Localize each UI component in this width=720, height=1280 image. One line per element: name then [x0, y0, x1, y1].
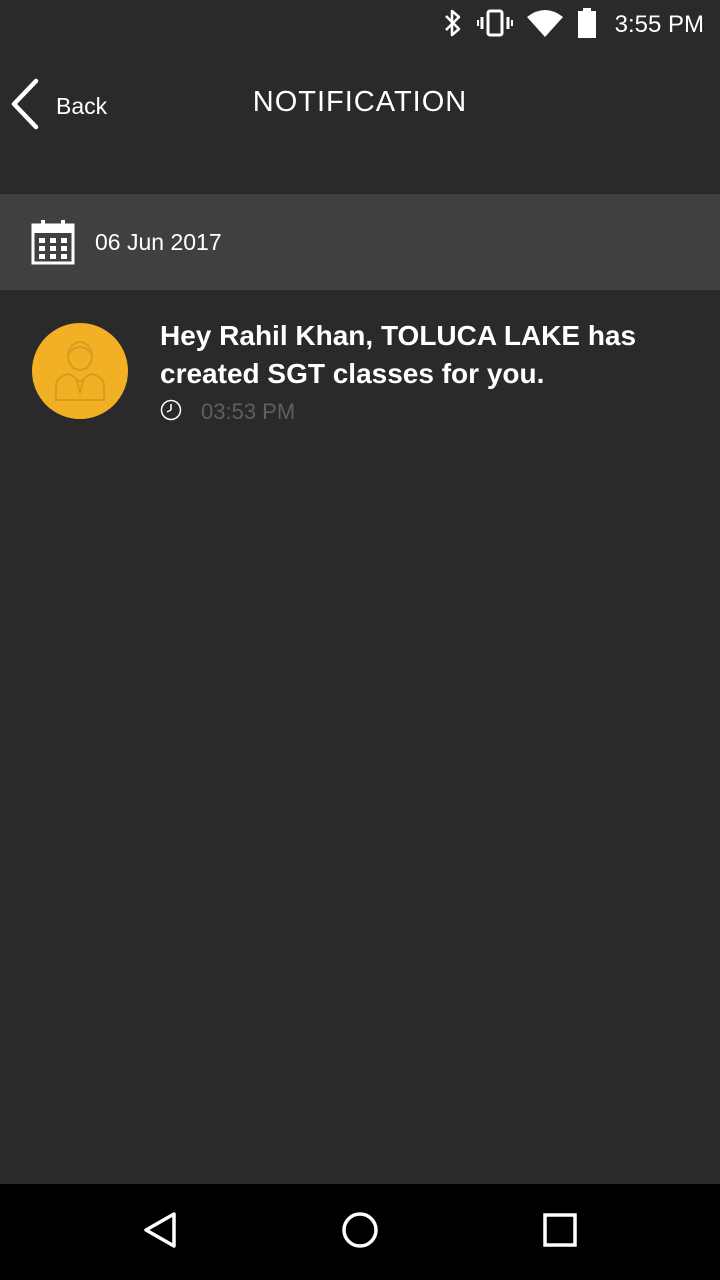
battery-icon [577, 7, 597, 44]
vibrate-icon [476, 8, 513, 43]
date-label: 06 Jun 2017 [95, 228, 222, 255]
bluetooth-icon [443, 7, 463, 44]
user-avatar-icon [52, 336, 108, 407]
nav-home-button[interactable] [336, 1208, 384, 1256]
notification-screen: 3:55 PM Back NOTIFICATION 06 Jun 2017 He… [0, 0, 720, 1280]
nav-recents-button[interactable] [536, 1208, 584, 1256]
system-nav-bar [0, 1184, 720, 1280]
app-header: Back NOTIFICATION [0, 50, 720, 194]
date-group-header: 06 Jun 2017 [0, 194, 720, 290]
status-icons: 3:55 PM [443, 7, 704, 44]
notification-item[interactable]: Hey Rahil Khan, TOLUCA LAKE has created … [0, 290, 720, 440]
notification-time-row: 03:53 PM [160, 398, 295, 426]
back-triangle-icon [140, 1210, 180, 1255]
nav-back-button[interactable] [136, 1208, 184, 1256]
status-time: 3:55 PM [614, 11, 704, 38]
wifi-icon [526, 9, 563, 42]
notification-message: Hey Rahil Khan, TOLUCA LAKE has created … [160, 320, 637, 389]
status-bar: 3:55 PM [0, 0, 720, 50]
recents-square-icon [540, 1210, 580, 1255]
page-title: NOTIFICATION [252, 86, 468, 118]
calendar-icon [31, 219, 75, 265]
home-circle-icon [340, 1210, 380, 1255]
clock-icon [160, 399, 182, 426]
avatar [32, 323, 128, 419]
notification-time: 03:53 PM [201, 399, 296, 424]
